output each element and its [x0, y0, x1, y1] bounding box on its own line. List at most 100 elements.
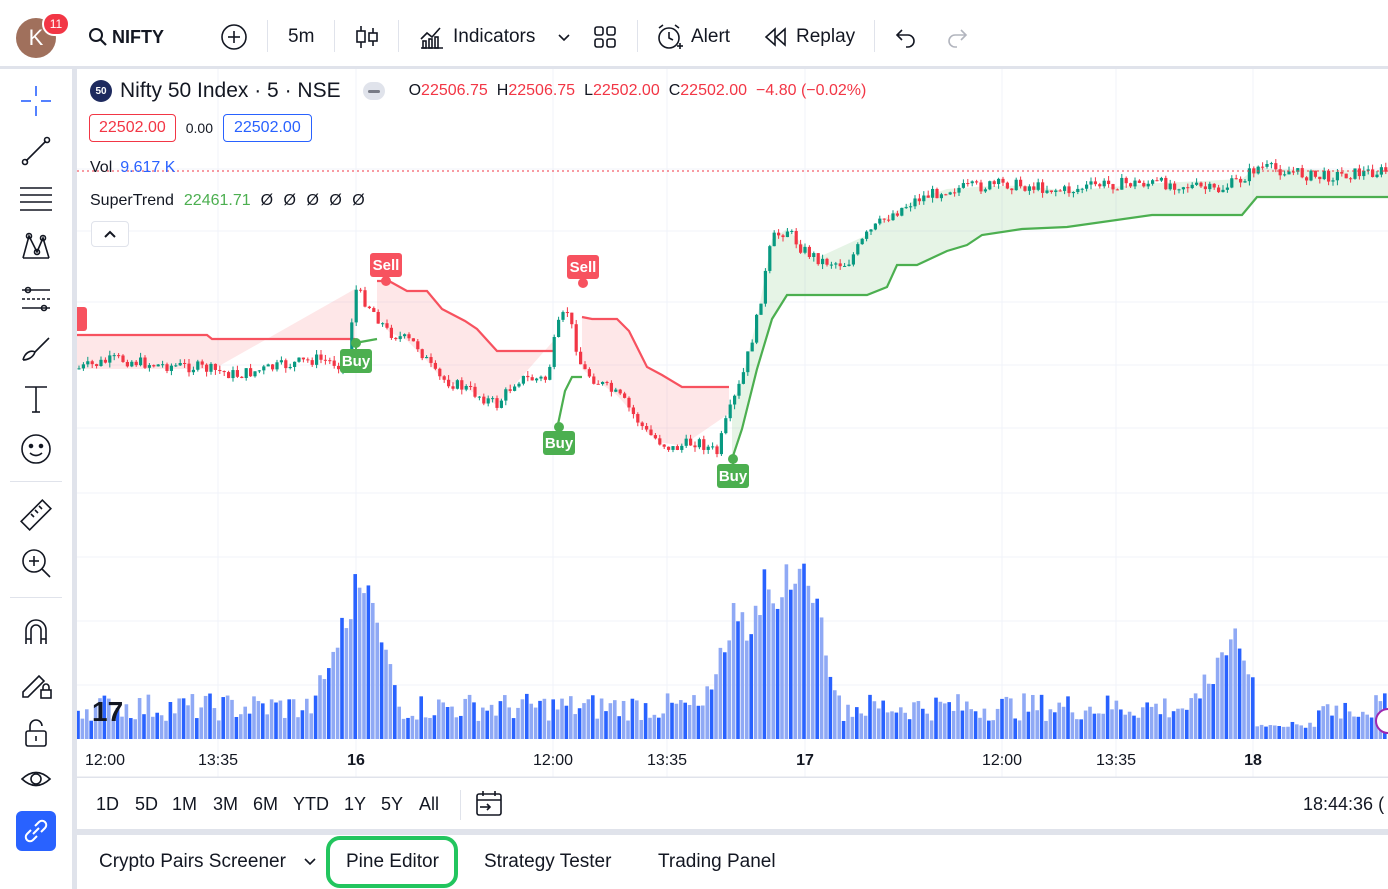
range-ytd[interactable]: YTD [293, 794, 329, 815]
candle-body [90, 361, 94, 365]
volume-bar [230, 699, 234, 739]
notification-badge[interactable]: 11 [42, 12, 70, 36]
compare-symbol-button[interactable] [220, 20, 248, 54]
x-axis-tick-label: 16 [347, 752, 365, 769]
collapse-legend-button[interactable] [91, 221, 129, 247]
volume-bar [929, 720, 934, 739]
symbol-title: Nifty 50 Index · 5 · NSE [120, 79, 341, 102]
volume-bar [771, 603, 775, 739]
volume-bar [679, 700, 683, 739]
candle-body [99, 359, 103, 366]
plus-circle-icon [221, 24, 247, 50]
volume-bar [1229, 639, 1233, 739]
fib-tool[interactable] [18, 181, 54, 217]
interval-button[interactable]: 5m [288, 20, 314, 54]
replay-button[interactable]: Replay [763, 20, 855, 54]
range-1y[interactable]: 1Y [344, 794, 366, 815]
candle-body [605, 381, 609, 383]
alert-button[interactable]: Alert [655, 20, 730, 54]
layouts-button[interactable] [592, 20, 618, 54]
indicators-button[interactable]: Indicators [418, 20, 535, 54]
range-all[interactable]: All [419, 794, 439, 815]
volume-bar [454, 717, 459, 739]
text-tool[interactable] [18, 381, 54, 417]
buy-signal[interactable]: Buy [717, 454, 749, 488]
volume-bar [753, 605, 758, 739]
candle-body [777, 232, 781, 236]
candle-body [878, 218, 882, 224]
chart-canvas[interactable]: Sell Sell Buy Buy Buy 12:00 13:35 16 12:00 13:35… [77, 69, 1388, 829]
trend-line-tool[interactable] [18, 133, 54, 169]
candles-icon [356, 26, 378, 48]
clock-timezone[interactable]: 18:44:36 ( [1303, 794, 1384, 815]
brush-tool[interactable] [18, 331, 54, 367]
na-value: Ø [352, 192, 365, 209]
candle-body [1199, 182, 1203, 187]
indicators-dropdown[interactable] [556, 20, 572, 54]
candle-body [504, 389, 508, 401]
volume-bar [921, 708, 925, 739]
candle-body [394, 337, 398, 340]
buy-signal[interactable]: Buy [543, 422, 575, 455]
rewind-icon [764, 27, 786, 47]
volume-bar [736, 621, 740, 739]
sell-signal[interactable]: Sell [567, 255, 599, 288]
volume-bar [181, 698, 186, 739]
volume-bar [1048, 709, 1053, 739]
range-5d[interactable]: 5D [135, 794, 158, 815]
tab-crypto-pairs-screener[interactable]: Crypto Pairs Screener [99, 851, 317, 873]
candle-body [680, 445, 684, 450]
volume-bar [1092, 713, 1097, 739]
candle-body [1203, 186, 1207, 190]
tab-pine-editor[interactable]: Pine Editor [346, 851, 439, 873]
buy-price-button[interactable]: 22502.00 [222, 114, 312, 142]
candle-body [895, 213, 899, 216]
candle-body [926, 195, 930, 198]
emoji-tool[interactable] [18, 431, 54, 467]
symbol-search-button[interactable]: NIFTY [88, 20, 164, 54]
volume-legend[interactable]: Vol 9.617 K [90, 159, 175, 177]
candle-body [587, 369, 591, 377]
candle-body [627, 397, 631, 408]
hide-tool[interactable] [18, 761, 54, 797]
range-6m[interactable]: 6M [253, 794, 278, 815]
market-status-icon[interactable] [362, 82, 385, 100]
volume-bar [269, 699, 274, 739]
range-1d[interactable]: 1D [96, 794, 119, 815]
undo-button[interactable] [892, 20, 918, 54]
tab-strategy-tester[interactable]: Strategy Tester [484, 851, 611, 873]
chart-panel[interactable]: Sell Sell Buy Buy Buy 12:00 13:35 16 12:00 13:35… [77, 69, 1388, 829]
buy-signal[interactable]: Buy [340, 338, 372, 373]
candle-body [1261, 166, 1265, 168]
crosshair-tool[interactable] [18, 83, 54, 119]
range-1m[interactable]: 1M [172, 794, 197, 815]
sell-price-button[interactable]: 22502.00 [89, 114, 176, 142]
magnet-tool[interactable] [18, 613, 54, 649]
lock-drawings-tool[interactable] [18, 665, 54, 701]
range-5y[interactable]: 5Y [381, 794, 403, 815]
redo-button[interactable] [945, 20, 971, 54]
candle-body [235, 370, 239, 377]
volume-bar [995, 708, 1000, 739]
range-3m[interactable]: 3M [213, 794, 238, 815]
ruler-tool[interactable] [18, 497, 54, 533]
candle-body [530, 377, 534, 381]
pattern-tool[interactable] [18, 229, 54, 265]
prediction-tool[interactable] [18, 281, 54, 317]
link-tool[interactable] [16, 811, 56, 851]
volume-bar [1088, 706, 1092, 739]
sell-signal[interactable]: Sell [370, 253, 402, 286]
ohlc-open-value: 22506.75 [421, 82, 488, 99]
volume-bar [643, 703, 648, 739]
candle-body [970, 181, 974, 184]
tab-trading-panel[interactable]: Trading Panel [658, 851, 776, 873]
symbol-legend[interactable]: 50 Nifty 50 Index · 5 · NSE O 22506.75 H… [90, 79, 866, 103]
candle-body [301, 357, 305, 360]
chart-type-button[interactable] [354, 20, 380, 54]
lock-tool[interactable] [18, 715, 54, 751]
supertrend-legend[interactable]: SuperTrend 22461.71 Ø Ø Ø Ø Ø [90, 192, 365, 210]
goto-date-button[interactable] [474, 790, 504, 823]
candle-body [1287, 171, 1291, 175]
candle-body [209, 363, 213, 372]
zoom-tool[interactable] [18, 545, 54, 581]
